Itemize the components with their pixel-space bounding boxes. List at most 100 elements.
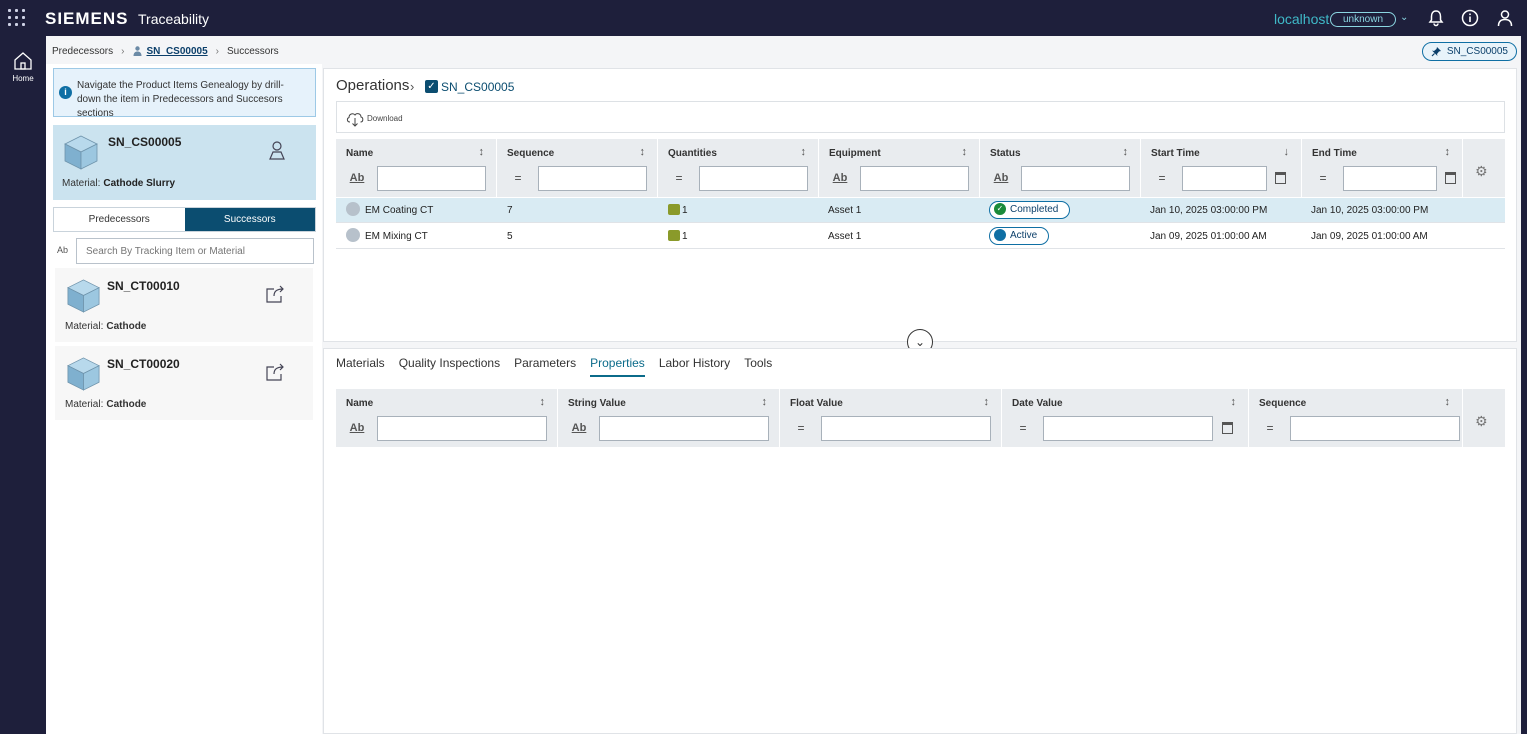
- filter-input[interactable]: [1021, 166, 1130, 191]
- gear-icon[interactable]: ⚙: [1475, 413, 1491, 429]
- cell-status: Active: [989, 224, 1050, 249]
- sort-desc-icon[interactable]: ↓: [1284, 146, 1290, 158]
- chevron-down-icon[interactable]: ⌄: [1400, 12, 1408, 23]
- filter-input[interactable]: [538, 166, 647, 191]
- filter-input[interactable]: [821, 416, 991, 441]
- tab-parameters[interactable]: Parameters: [514, 356, 576, 377]
- sort-icon[interactable]: ↕: [1231, 396, 1237, 408]
- column-header-label[interactable]: Sequence: [1259, 398, 1306, 409]
- sort-icon[interactable]: ↕: [1445, 396, 1451, 408]
- equals-filter-icon[interactable]: =: [666, 166, 692, 190]
- operations-context: SN_CS00005: [441, 80, 515, 94]
- sort-icon[interactable]: ↕: [540, 396, 546, 408]
- filter-input[interactable]: [377, 166, 486, 191]
- brand-logo: SIEMENS: [45, 9, 129, 28]
- filter-input[interactable]: [1290, 416, 1460, 441]
- info-icon: i: [59, 86, 72, 99]
- column-header-label[interactable]: Quantities: [668, 148, 717, 159]
- filter-input[interactable]: [699, 166, 808, 191]
- column-header-label[interactable]: Name: [346, 398, 373, 409]
- apps-grid-icon[interactable]: [8, 9, 26, 27]
- host-status-badge[interactable]: unknown: [1330, 12, 1396, 27]
- tab-labor-history[interactable]: Labor History: [659, 356, 730, 377]
- filter-input[interactable]: [1182, 166, 1267, 191]
- home-nav-item[interactable]: Home: [8, 50, 38, 83]
- text-filter-icon[interactable]: Ab: [827, 166, 853, 190]
- navigate-to-icon[interactable]: [265, 284, 287, 304]
- tab-properties[interactable]: Properties: [590, 356, 645, 377]
- column-header-label[interactable]: String Value: [568, 398, 626, 409]
- tab-tools[interactable]: Tools: [744, 356, 772, 377]
- equals-filter-icon[interactable]: =: [788, 416, 814, 440]
- cell-sequence: 7: [507, 205, 513, 216]
- selected-item-title: SN_CS00005: [108, 135, 182, 149]
- sort-icon[interactable]: ↕: [640, 146, 646, 158]
- sort-icon[interactable]: ↕: [984, 396, 990, 408]
- sort-icon[interactable]: ↕: [962, 146, 968, 158]
- list-item[interactable]: SN_CT00020 Material: Cathode: [55, 346, 313, 420]
- column-header-label[interactable]: Sequence: [507, 148, 554, 159]
- equals-filter-icon[interactable]: =: [1257, 416, 1283, 440]
- calendar-icon[interactable]: [1222, 422, 1233, 434]
- column-start-time: Start Time ↓ =: [1141, 139, 1302, 197]
- info-icon[interactable]: [1460, 8, 1480, 28]
- genealogy-tabs: Predecessors Successors: [53, 207, 316, 232]
- search-input[interactable]: [76, 238, 314, 264]
- sort-icon[interactable]: ↕: [762, 396, 768, 408]
- selected-item-card[interactable]: SN_CS00005 Material: Cathode Slurry: [53, 125, 316, 200]
- cell-quantity: 1: [668, 224, 688, 249]
- cell-name: EM Coating CT: [346, 198, 433, 223]
- breadcrumb-current[interactable]: SN_CS00005: [132, 45, 208, 57]
- text-filter-icon[interactable]: Ab: [566, 416, 592, 440]
- status-badge: ✓ Completed: [989, 201, 1071, 220]
- column-header-label[interactable]: Start Time: [1151, 148, 1200, 159]
- info-message-box: i Navigate the Product Items Genealogy b…: [53, 68, 316, 119]
- equals-filter-icon[interactable]: =: [1310, 166, 1336, 190]
- cube-icon: [64, 135, 98, 170]
- filter-input[interactable]: [1343, 166, 1437, 191]
- gear-icon[interactable]: ⚙: [1475, 163, 1491, 179]
- list-item[interactable]: SN_CT00010 Material: Cathode: [55, 268, 313, 342]
- user-icon[interactable]: [1495, 8, 1515, 28]
- bell-icon[interactable]: [1426, 8, 1446, 28]
- filter-input[interactable]: [599, 416, 769, 441]
- equals-filter-icon[interactable]: =: [505, 166, 531, 190]
- text-filter-icon[interactable]: Ab: [988, 166, 1014, 190]
- cell-start-time: Jan 10, 2025 03:00:00 PM: [1150, 205, 1268, 216]
- cell-quantity: 1: [668, 198, 688, 223]
- column-header-label[interactable]: End Time: [1312, 148, 1357, 159]
- navigate-to-icon[interactable]: [265, 362, 287, 382]
- equals-filter-icon[interactable]: =: [1149, 166, 1175, 190]
- breadcrumb-successors[interactable]: Successors: [227, 46, 279, 57]
- column-header-label[interactable]: Name: [346, 148, 373, 159]
- tab-quality-inspections[interactable]: Quality Inspections: [399, 356, 500, 377]
- calendar-icon[interactable]: [1445, 172, 1456, 184]
- tab-successors[interactable]: Successors: [184, 208, 315, 231]
- table-row[interactable]: EM Coating CT 7 1 Asset 1 ✓ Completed Jan…: [336, 198, 1505, 223]
- filter-input[interactable]: [1043, 416, 1213, 441]
- sort-icon[interactable]: ↕: [1445, 146, 1451, 158]
- location-user-icon[interactable]: [266, 139, 288, 161]
- sort-icon[interactable]: ↕: [801, 146, 807, 158]
- breadcrumb-current-label[interactable]: SN_CS00005: [146, 46, 207, 57]
- pinned-item-chip[interactable]: SN_CS00005: [1421, 42, 1517, 61]
- filter-input[interactable]: [860, 166, 969, 191]
- sort-icon[interactable]: ↕: [479, 146, 485, 158]
- material-value: Cathode: [106, 399, 147, 410]
- tab-materials[interactable]: Materials: [336, 356, 385, 377]
- column-sequence: Sequence ↕ =: [1249, 389, 1463, 447]
- filter-input[interactable]: [377, 416, 547, 441]
- column-header-label[interactable]: Float Value: [790, 398, 843, 409]
- tab-predecessors[interactable]: Predecessors: [54, 208, 185, 231]
- calendar-icon[interactable]: [1275, 172, 1286, 184]
- sort-icon[interactable]: ↕: [1123, 146, 1129, 158]
- table-row[interactable]: EM Mixing CT 5 1 Asset 1 Active Jan 09, …: [336, 224, 1505, 249]
- text-filter-icon[interactable]: Ab: [344, 166, 370, 190]
- column-header-label[interactable]: Status: [990, 148, 1021, 159]
- column-header-label[interactable]: Date Value: [1012, 398, 1063, 409]
- column-header-label[interactable]: Equipment: [829, 148, 881, 159]
- download-button[interactable]: Download: [345, 109, 403, 127]
- breadcrumb-predecessors[interactable]: Predecessors: [52, 46, 113, 57]
- text-filter-icon[interactable]: Ab: [344, 416, 370, 440]
- equals-filter-icon[interactable]: =: [1010, 416, 1036, 440]
